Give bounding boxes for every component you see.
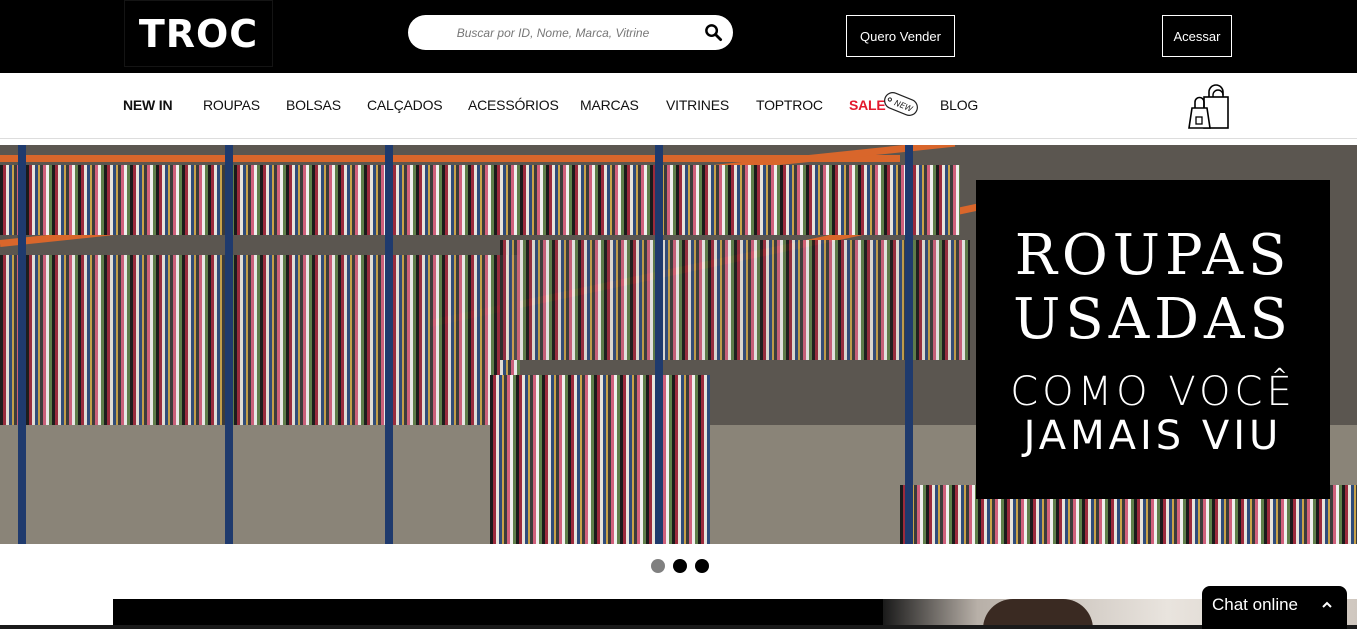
clothing-rack xyxy=(500,240,970,360)
nav-item-blog[interactable]: BLOG xyxy=(940,97,978,113)
rack-post xyxy=(655,145,663,544)
nav-item-marcas[interactable]: MARCAS xyxy=(580,97,639,113)
sell-button[interactable]: Quero Vender xyxy=(846,15,955,57)
nav-item-calcados[interactable]: CALÇADOS xyxy=(367,97,443,113)
rack-post xyxy=(225,145,233,544)
nav-item-vitrines[interactable]: VITRINES xyxy=(666,97,729,113)
shopping-bags-icon[interactable] xyxy=(1185,83,1233,131)
search-box[interactable] xyxy=(408,15,733,50)
hero-line-usadas: USADAS xyxy=(1013,287,1293,352)
carousel-dot-3[interactable] xyxy=(695,559,709,573)
chevron-up-icon[interactable] xyxy=(1320,598,1334,612)
chat-label: Chat online xyxy=(1212,595,1299,614)
chat-widget[interactable]: Chat online xyxy=(1202,586,1347,629)
search-icon[interactable] xyxy=(704,23,723,42)
clothing-rack xyxy=(0,255,520,425)
hero-line-roupas: ROUPAS xyxy=(1014,223,1292,288)
clothing-rack xyxy=(0,165,960,235)
bottom-strip xyxy=(0,625,1357,629)
logo-text: TROC xyxy=(138,11,259,56)
rack-post xyxy=(18,145,26,544)
nav-item-roupas[interactable]: ROUPAS xyxy=(203,97,260,113)
carousel-dot-1[interactable] xyxy=(651,559,665,573)
hero-line-jamais-viu: JAMAIS VIU xyxy=(1023,413,1283,459)
hero-line-como-voce: COMO VOCÊ xyxy=(1010,369,1296,415)
nav-item-toptroc[interactable]: TOPTROC xyxy=(756,97,823,113)
carousel-dots xyxy=(651,559,709,573)
clothing-rack xyxy=(490,375,710,544)
new-badge-icon: NEW xyxy=(884,92,918,116)
search-input[interactable] xyxy=(428,21,678,44)
nav-item-bolsas[interactable]: BOLSAS xyxy=(286,97,341,113)
login-button[interactable]: Acessar xyxy=(1162,15,1232,57)
carousel-dot-2[interactable] xyxy=(673,559,687,573)
nav-item-acessorios[interactable]: ACESSÓRIOS xyxy=(468,97,559,113)
rack-post xyxy=(905,145,913,544)
hero-text-box: ROUPAS USADAS COMO VOCÊ JAMAIS VIU xyxy=(976,180,1330,499)
logo[interactable]: TROC xyxy=(124,0,273,67)
nav-item-new-in[interactable]: NEW IN xyxy=(123,97,173,113)
hero-banner[interactable]: ROUPAS USADAS COMO VOCÊ JAMAIS VIU xyxy=(0,145,1357,544)
rack-post xyxy=(385,145,393,544)
